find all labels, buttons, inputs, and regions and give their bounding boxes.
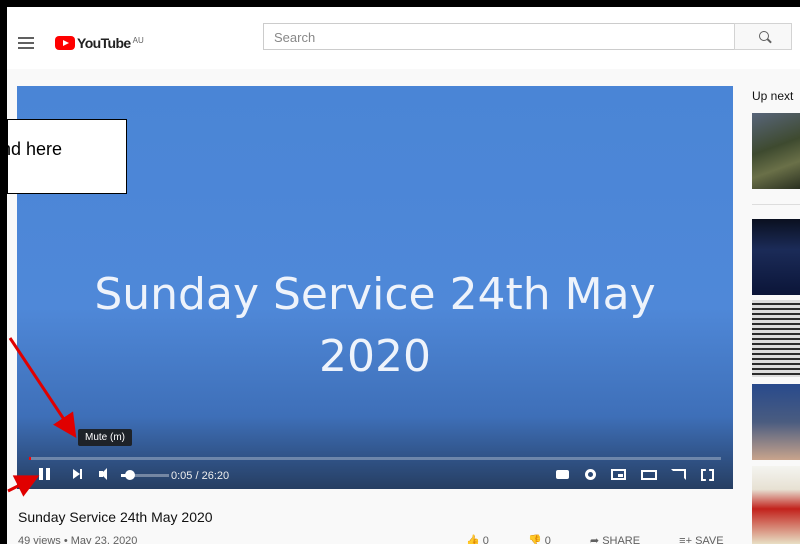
video-thumbnail[interactable] [752, 300, 800, 377]
search-button[interactable] [734, 23, 792, 50]
search-placeholder: Search [274, 30, 316, 45]
dislike-count: 0 [544, 535, 551, 544]
menu-icon[interactable] [18, 37, 34, 49]
slide-line-1: Sunday Service 24th May [94, 269, 656, 320]
volume-handle[interactable] [125, 470, 135, 480]
dislike-button[interactable]: 👎 0 [528, 535, 569, 544]
save-button[interactable]: ≡+ SAVE [679, 535, 741, 544]
divider [752, 204, 800, 205]
view-count-date: 49 views • May 23, 2020 [18, 535, 138, 544]
pause-icon[interactable] [39, 468, 51, 480]
video-thumbnail[interactable] [752, 219, 800, 295]
youtube-logo[interactable]: YouTube AU [55, 36, 144, 52]
volume-icon[interactable] [99, 468, 113, 480]
video-title: Sunday Service 24th May 2020 [18, 509, 213, 525]
fullscreen-icon[interactable] [701, 469, 714, 481]
slide-line-2: 2020 [319, 331, 431, 382]
share-label: SHARE [602, 535, 641, 544]
video-thumbnail[interactable] [752, 384, 800, 460]
action-bar: 👍 0 👎 0 ➦ SHARE ≡+ SAVE [466, 534, 760, 544]
video-slide-text: Sunday Service 24th May 2020 [17, 264, 733, 388]
time-display: 0:05 / 26:20 [171, 470, 230, 482]
player-controls: 0:05 / 26:20 [17, 460, 733, 489]
up-next-thumbnail[interactable] [752, 113, 800, 189]
next-icon[interactable] [73, 469, 83, 479]
video-thumbnail[interactable] [752, 466, 800, 544]
country-code: AU [132, 36, 144, 45]
mute-tooltip: Mute (m) [78, 429, 132, 446]
callout-text: nd here [1, 139, 63, 159]
play-logo-icon [55, 36, 75, 50]
like-button[interactable]: 👍 0 [466, 535, 507, 544]
captions-icon[interactable] [556, 470, 569, 479]
save-label: SAVE [695, 535, 724, 544]
cast-icon[interactable] [671, 469, 686, 480]
share-button[interactable]: ➦ SHARE [590, 535, 658, 544]
theater-mode-icon[interactable] [641, 470, 657, 480]
logo-text: YouTube [77, 35, 131, 51]
miniplayer-icon[interactable] [611, 469, 626, 480]
search-icon [759, 31, 769, 41]
annotation-callout: nd here [1, 119, 127, 194]
up-next-label: Up next [752, 89, 794, 103]
search-input[interactable]: Search [263, 23, 734, 50]
settings-icon[interactable] [585, 469, 596, 480]
like-count: 0 [482, 535, 489, 544]
